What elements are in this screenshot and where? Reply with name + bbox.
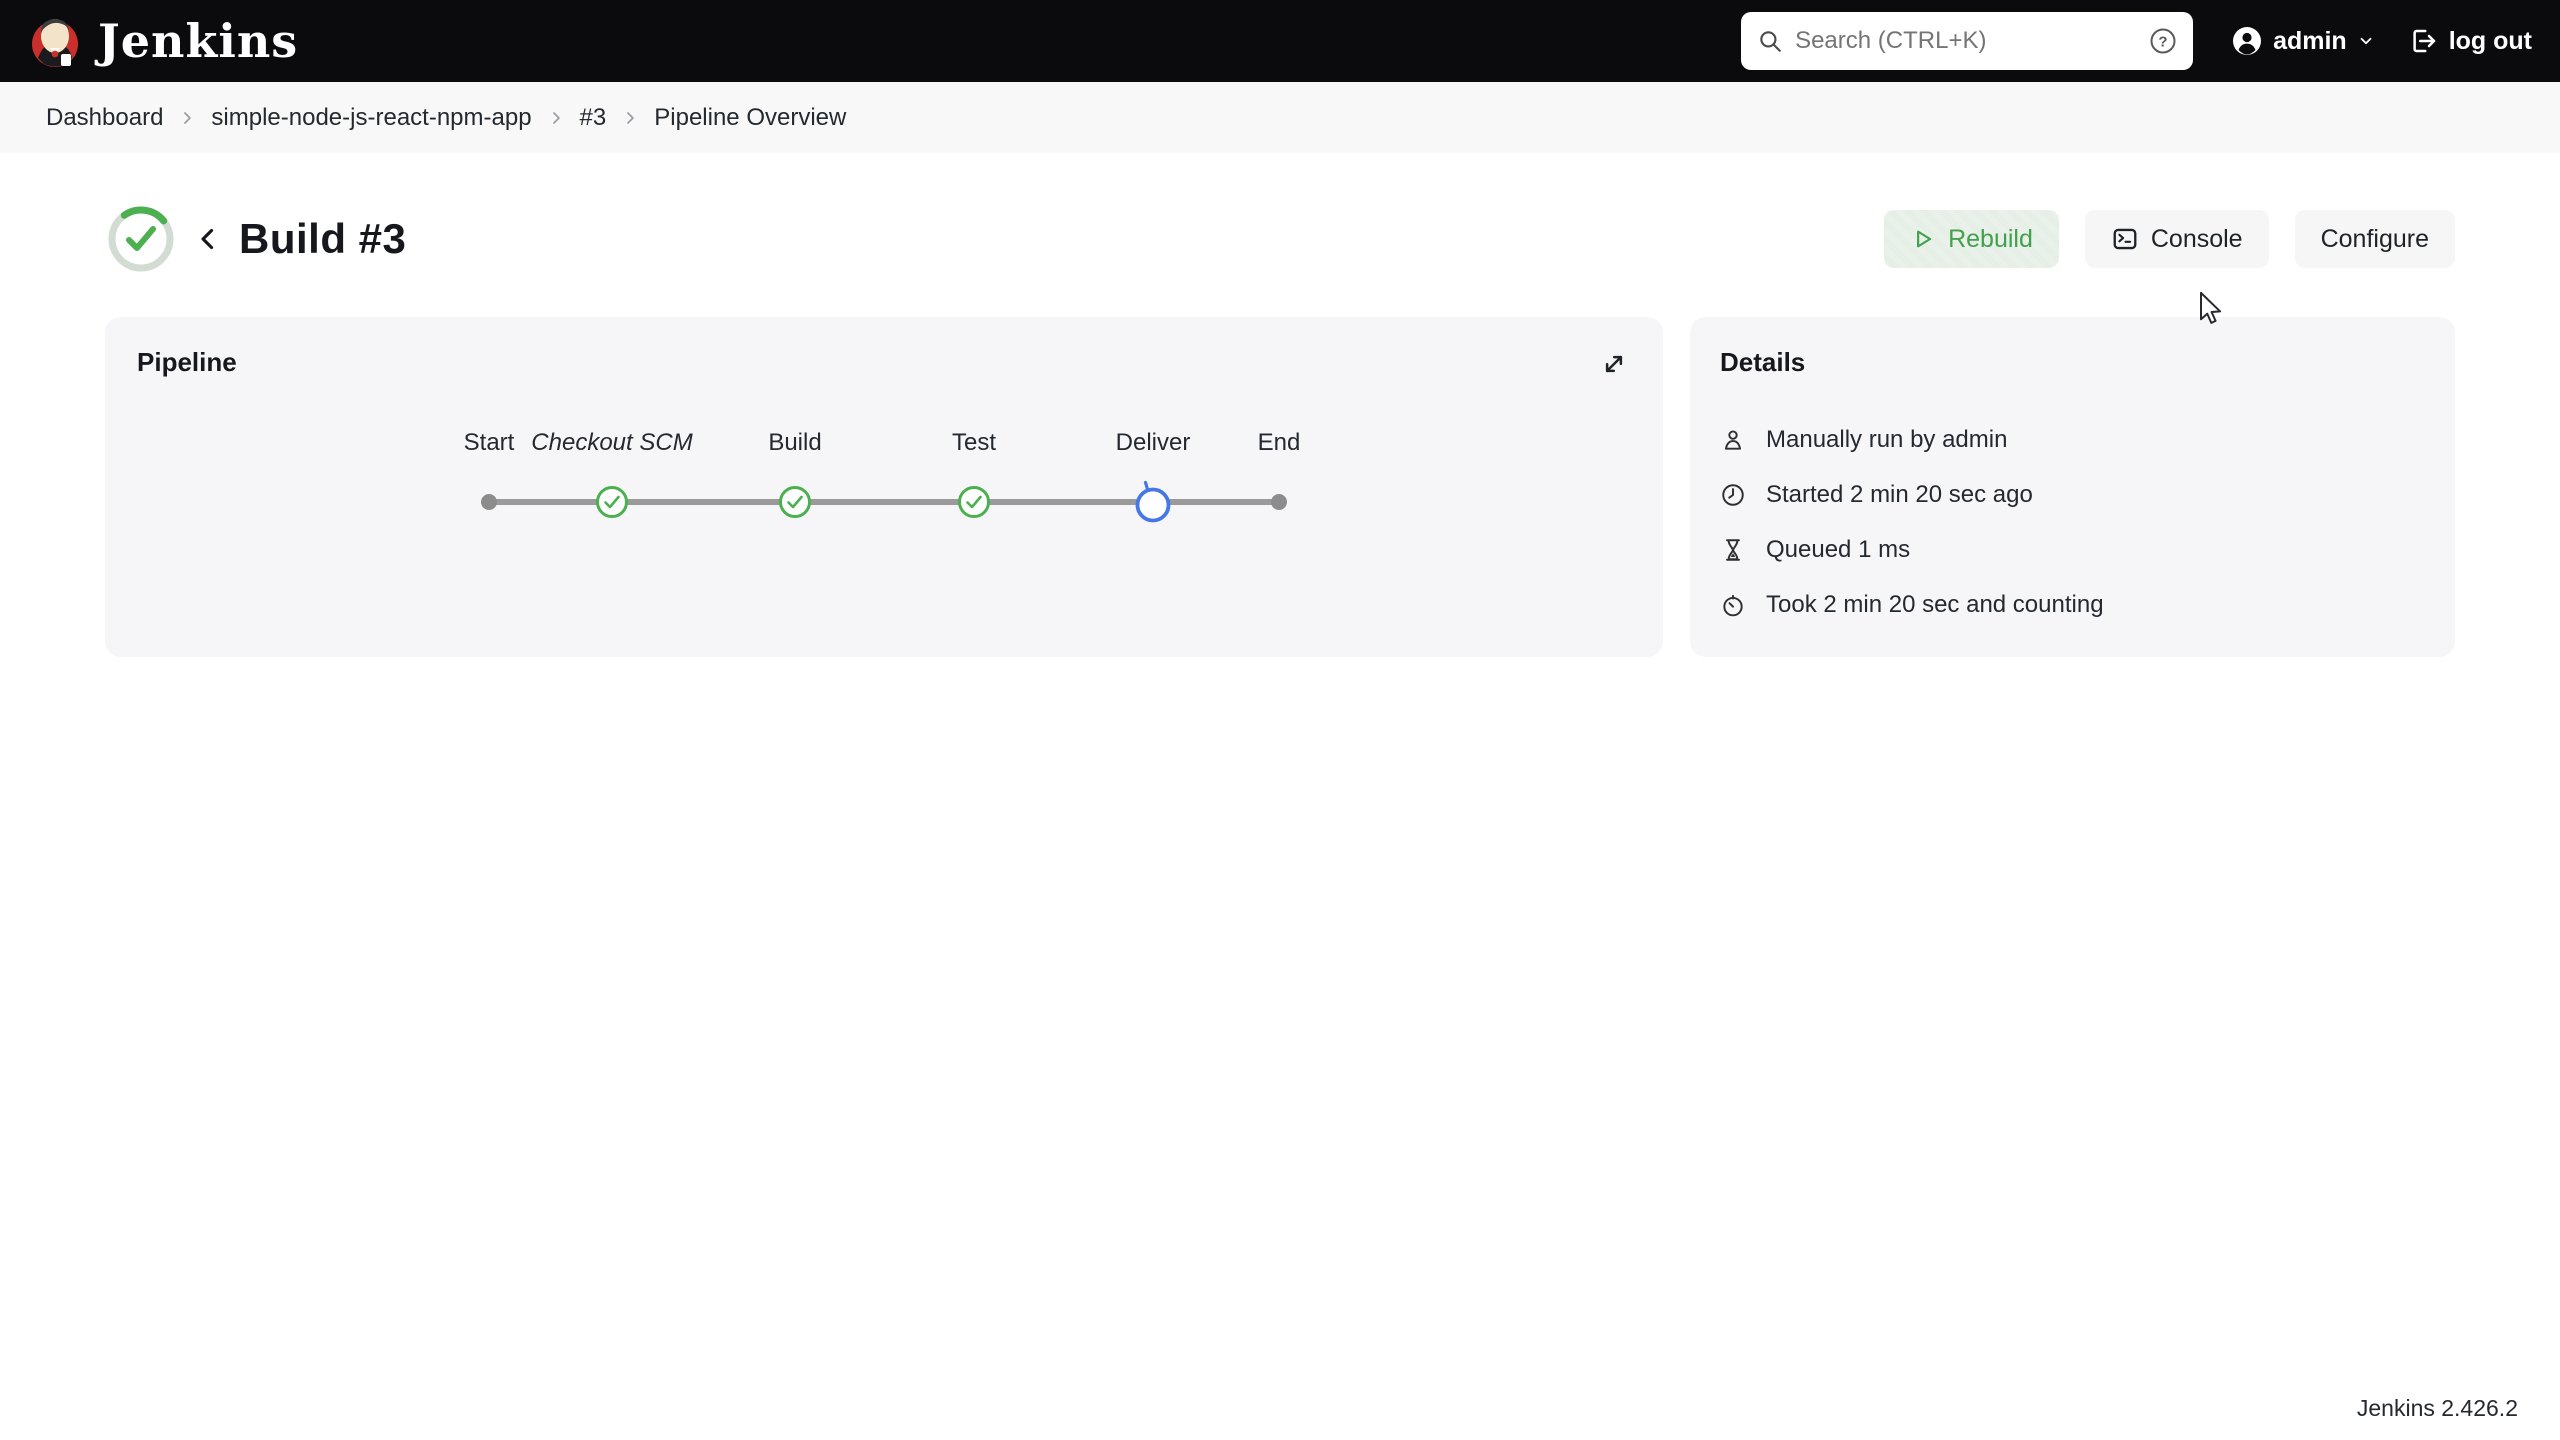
chevron-left-icon: [201, 228, 214, 250]
play-icon: [1917, 230, 1932, 248]
breadcrumb-item-dashboard[interactable]: Dashboard: [46, 104, 163, 132]
jenkins-home-link[interactable]: Jenkins: [28, 14, 298, 68]
logout-button[interactable]: log out: [2409, 26, 2532, 56]
user-icon: [1724, 429, 1742, 450]
stage-label-deliver: Deliver: [1115, 429, 1191, 456]
stage-label-build: Build: [768, 429, 822, 456]
logout-icon: [2413, 29, 2435, 53]
details-card: Details Manually run by admin Started 2 m…: [1690, 317, 2455, 657]
search-box: ?: [1741, 12, 2194, 70]
stage-node-deliver-running[interactable]: [1132, 479, 1174, 525]
back-button[interactable]: [191, 222, 225, 256]
breadcrumb-item-simple-node-js-react-npm-app[interactable]: simple-node-js-react-npm-app: [211, 104, 531, 132]
main-content: Build #3 Rebuild Console Configure Pipel…: [0, 203, 2560, 657]
pipeline-graph: Start Checkout SCM Build Test Deliver End: [464, 429, 1300, 549]
breadcrumb-separator-icon: [184, 111, 192, 124]
logout-label: log out: [2448, 26, 2532, 55]
details-row-2: Queued 1 ms: [1720, 522, 2425, 577]
expand-pipeline-button[interactable]: [1597, 347, 1631, 381]
rebuild-label: Rebuild: [1948, 224, 2033, 253]
details-list: Manually run by admin Started 2 min 20 se…: [1720, 412, 2425, 632]
details-row-1: Started 2 min 20 sec ago: [1720, 467, 2425, 522]
details-text: Manually run by admin: [1766, 425, 2008, 453]
configure-label: Configure: [2320, 224, 2429, 253]
breadcrumb: Dashboard simple-node-js-react-npm-app #3 P…: [0, 82, 2560, 153]
stage-node-test-success[interactable]: [956, 484, 992, 520]
details-row-0: Manually run by admin: [1720, 412, 2425, 467]
stage-label-checkout-scm: Checkout SCM: [531, 429, 693, 456]
cards-row: Pipeline Start Checkout SCM Build Test Deliv…: [105, 317, 2455, 657]
header-actions: Rebuild Console Configure: [1884, 210, 2455, 268]
stage-node-end-terminal: [1270, 493, 1288, 511]
expand-icon: [1605, 355, 1623, 373]
user-menu-button[interactable]: admin: [2231, 25, 2375, 57]
pipeline-card-title: Pipeline: [137, 347, 237, 377]
search-help-icon[interactable]: ?: [2149, 27, 2177, 55]
details-text: Queued 1 ms: [1766, 535, 1911, 563]
build-status-in-progress-icon: [108, 206, 174, 272]
stage-node-checkout-scm-success[interactable]: [594, 484, 630, 520]
breadcrumb-item-pipeline-overview[interactable]: Pipeline Overview: [654, 104, 846, 132]
console-label: Console: [2150, 224, 2243, 253]
jenkins-butler-logo-icon: [32, 19, 78, 67]
hourglass-icon: [1726, 538, 1740, 561]
user-circle-icon: [2233, 27, 2262, 55]
page-title: Build #3: [239, 215, 407, 262]
details-row-3: Took 2 min 20 sec and counting: [1720, 577, 2425, 632]
stage-label-start: Start: [463, 429, 515, 456]
details-text: Took 2 min 20 sec and counting: [1766, 590, 2104, 618]
stage-label-end: End: [1257, 429, 1301, 456]
jenkins-version-link[interactable]: Jenkins 2.426.2: [2357, 1395, 2518, 1422]
stage-node-build-success[interactable]: [777, 484, 813, 520]
search-icon: [1760, 31, 1781, 52]
user-name: admin: [2273, 26, 2347, 55]
stage-label-test: Test: [951, 429, 997, 456]
svg-text:?: ?: [2158, 34, 2167, 51]
build-header: Build #3 Rebuild Console Configure: [105, 203, 2455, 275]
rebuild-button[interactable]: Rebuild: [1884, 210, 2059, 268]
search-input[interactable]: [1795, 27, 2138, 55]
configure-button[interactable]: Configure: [2294, 210, 2455, 268]
details-card-title: Details: [1720, 347, 1806, 377]
terminal-icon: [2113, 228, 2137, 250]
breadcrumb-separator-icon: [627, 111, 634, 124]
stage-node-start-terminal: [480, 493, 498, 511]
stopwatch-icon: [1723, 594, 1743, 616]
brand-title: Jenkins: [98, 14, 299, 68]
clock-icon: [1722, 483, 1744, 506]
top-bar: Jenkins ? admin log out: [0, 0, 2560, 82]
breadcrumb-item--3[interactable]: #3: [580, 104, 607, 132]
details-text: Started 2 min 20 sec ago: [1766, 480, 2033, 508]
chevron-down-icon: [2360, 37, 2372, 45]
console-button[interactable]: Console: [2084, 210, 2269, 268]
pipeline-card: Pipeline Start Checkout SCM Build Test Deliv…: [105, 317, 1663, 657]
breadcrumb-separator-icon: [552, 111, 560, 124]
